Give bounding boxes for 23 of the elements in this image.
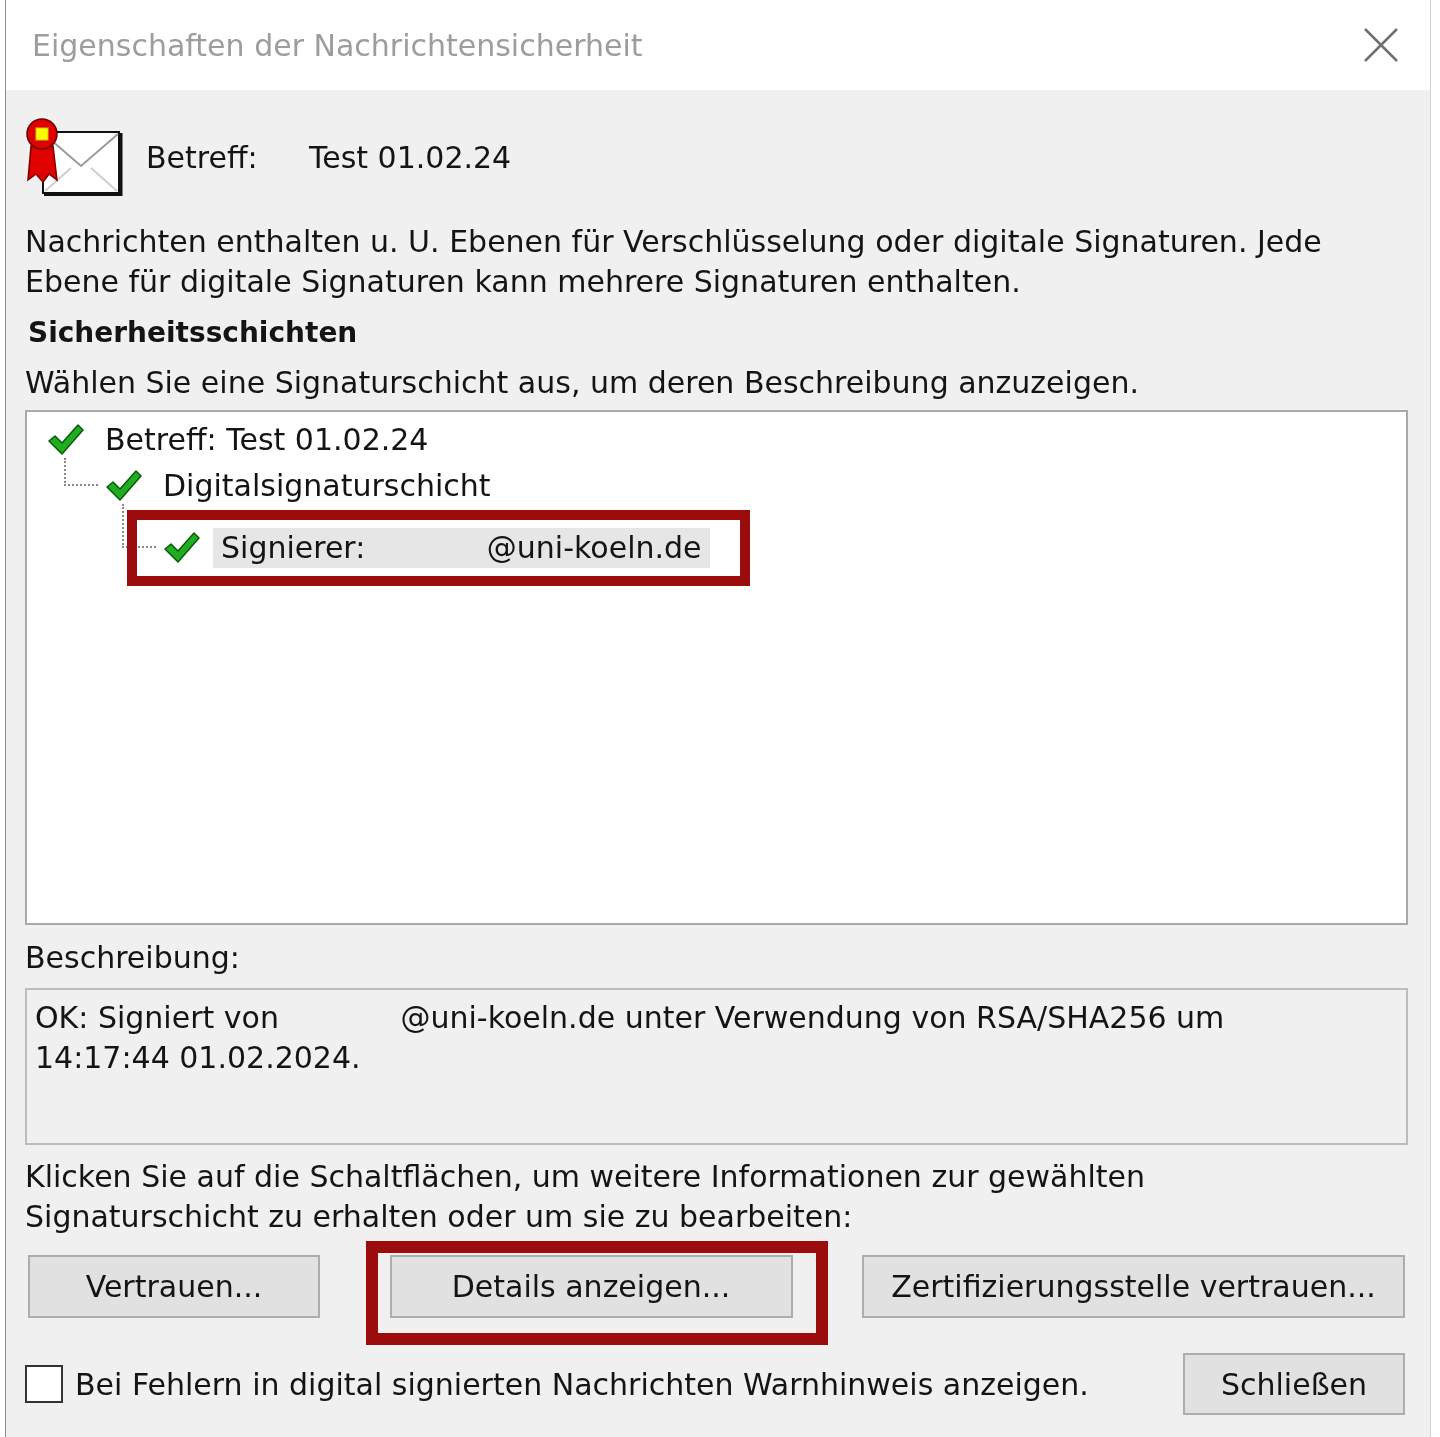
action-button[interactable]: Details anzeigen... bbox=[389, 1255, 793, 1318]
close-icon bbox=[1364, 28, 1398, 62]
tree-item[interactable]: Digitalsignaturschicht bbox=[155, 466, 499, 506]
envelope-ribbon-icon bbox=[25, 118, 123, 196]
close-button[interactable] bbox=[1364, 28, 1398, 62]
section-heading: Sicherheitsschichten bbox=[28, 315, 359, 351]
description-field: OK: Signiert von @uni-koeln.de unter Verwendung von RSA/SHA256 um 14:17:44 01.02.2024. bbox=[25, 988, 1408, 1145]
warning-checkbox[interactable] bbox=[25, 1365, 63, 1403]
subject-label: Betreff: bbox=[146, 139, 259, 175]
tree-item[interactable]: Betreff: Test 01.02.24 bbox=[97, 420, 437, 460]
instruction-text: Klicken Sie auf die Schaltflächen, um weitere Informationen zur gewählten Signaturschicht zu erhalten oder um sie zu bearbeiten: bbox=[25, 1158, 1147, 1236]
window-title: Eigenschaften der Nachrichtensicherheit bbox=[32, 27, 643, 63]
action-button[interactable]: Zertifizierungsstelle vertrauen... bbox=[862, 1255, 1405, 1318]
intro-text: Nachrichten enthalten u. U. Ebenen für Verschlüsselung oder digitale Signaturen. Jede Ebene für digitale Signaturen kann mehrere Signaturen enthalten. bbox=[25, 223, 1323, 301]
tree-item[interactable]: Signierer: @uni-koeln.de bbox=[213, 528, 710, 568]
close-dialog-button[interactable]: Schließen bbox=[1183, 1353, 1405, 1415]
instruction-text: Wählen Sie eine Signaturschicht aus, um deren Beschreibung anzuzeigen. bbox=[25, 364, 1140, 402]
tree-connector bbox=[122, 504, 156, 548]
subject-value: Test 01.02.24 bbox=[309, 139, 512, 175]
description-label: Beschreibung: bbox=[25, 939, 241, 977]
checkbox-label: Bei Fehlern in digital signierten Nachrichten Warnhinweis anzeigen. bbox=[75, 1366, 1089, 1402]
action-button[interactable]: Vertrauen... bbox=[28, 1255, 320, 1318]
tree-connector bbox=[64, 458, 98, 486]
